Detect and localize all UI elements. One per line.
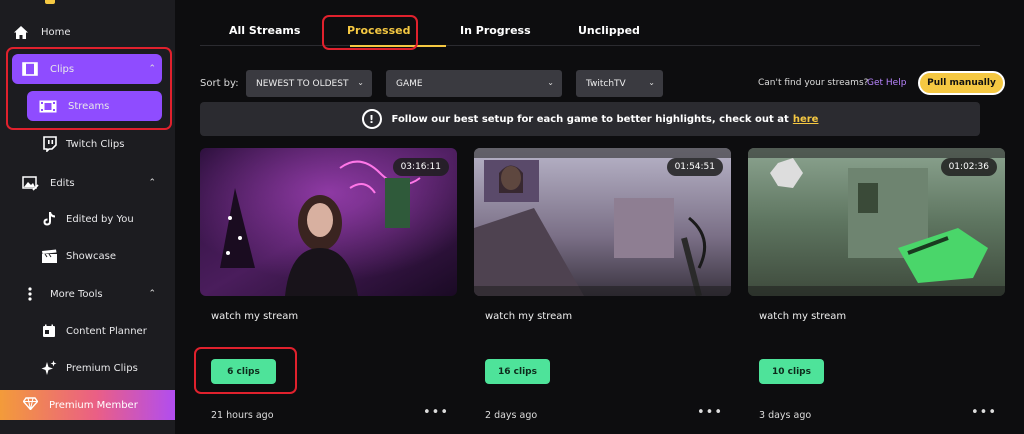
tab-in-progress[interactable]: In Progress (460, 24, 531, 37)
more-options-icon[interactable]: ••• (423, 405, 449, 420)
tiktok-icon (40, 210, 58, 228)
sort-toolbar: Sort by: NEWEST TO OLDEST ⌄ GAME ⌄ Twitc… (200, 70, 1005, 98)
clapper-icon (40, 247, 58, 265)
stream-thumbnail[interactable]: 01:02:36 (748, 148, 1005, 296)
chevron-down-icon: ⌄ (547, 78, 554, 87)
more-options-icon[interactable]: ••• (971, 405, 997, 420)
sort-order-value: NEWEST TO OLDEST (256, 78, 349, 89)
banner-here-link[interactable]: here (793, 114, 819, 125)
sidebar-item-home[interactable]: Home (12, 17, 162, 47)
sparkle-icon (40, 359, 58, 377)
stream-card[interactable]: 01:54:51 watch my stream 16 clips 2 days… (474, 148, 731, 434)
stream-title: watch my stream (485, 311, 573, 322)
stream-card[interactable]: 01:02:36 watch my stream 10 clips 3 days… (748, 148, 1005, 434)
stream-tabs: All Streams Processed In Progress Unclip… (200, 16, 980, 47)
red-highlight-annotation (322, 15, 418, 50)
platform-select[interactable]: TwitchTV ⌄ (576, 70, 663, 97)
sidebar-item-label: Edits (50, 177, 75, 189)
pull-manually-button[interactable]: Pull manually (918, 71, 1005, 95)
premium-member-button[interactable]: Premium Member (0, 390, 175, 420)
tab-unclipped[interactable]: Unclipped (578, 24, 640, 37)
sort-label: Sort by: (200, 78, 239, 89)
sidebar-item-twitch-clips[interactable]: Twitch Clips (40, 129, 162, 159)
duration-badge: 01:02:36 (940, 158, 997, 176)
red-highlight-annotation (194, 347, 297, 394)
game-value: GAME (396, 78, 423, 89)
main-content: All Streams Processed In Progress Unclip… (175, 0, 1024, 434)
stream-thumbnail[interactable]: 03:16:11 (200, 148, 457, 296)
stream-title: watch my stream (211, 311, 299, 322)
calendar-icon (40, 322, 58, 340)
sidebar-item-label: Twitch Clips (66, 138, 125, 150)
chevron-up-icon[interactable]: ⌃ (148, 289, 156, 299)
chevron-up-icon[interactable]: ⌃ (148, 178, 156, 188)
duration-badge: 03:16:11 (392, 158, 449, 176)
premium-member-label: Premium Member (49, 399, 138, 411)
sidebar: Home Clips ⌃ Streams Twitch Clips Edits … (0, 0, 175, 434)
clips-count-button[interactable]: 10 clips (759, 359, 824, 384)
sidebar-item-label: Content Planner (66, 325, 147, 337)
diamond-icon (22, 397, 39, 413)
sidebar-item-label: More Tools (50, 288, 103, 300)
logo-fragment (45, 0, 55, 4)
vertical-dots-icon (21, 285, 39, 303)
sidebar-item-content-planner[interactable]: Content Planner (40, 316, 162, 346)
time-ago: 3 days ago (759, 410, 812, 421)
chevron-down-icon: ⌄ (648, 78, 655, 87)
sidebar-item-premium-clips[interactable]: Premium Clips (40, 353, 162, 383)
time-ago: 21 hours ago (211, 410, 274, 421)
sidebar-item-edited-by-you[interactable]: Edited by You (40, 204, 162, 234)
duration-badge: 01:54:51 (666, 158, 723, 176)
sort-order-select[interactable]: NEWEST TO OLDEST ⌄ (246, 70, 372, 97)
image-edit-icon (21, 174, 39, 192)
stream-thumbnail[interactable]: 01:54:51 (474, 148, 731, 296)
sidebar-item-more-tools[interactable]: More Tools ⌃ (12, 279, 162, 309)
chevron-down-icon: ⌄ (357, 78, 364, 87)
stream-title: watch my stream (759, 311, 847, 322)
twitch-icon (40, 135, 58, 153)
red-highlight-annotation (6, 47, 172, 130)
sidebar-item-label: Showcase (66, 250, 116, 262)
sidebar-item-edits[interactable]: Edits ⌃ (12, 168, 162, 198)
platform-value: TwitchTV (586, 78, 626, 89)
home-icon (12, 23, 30, 41)
sidebar-item-label: Home (41, 26, 71, 38)
app-window: Home Clips ⌃ Streams Twitch Clips Edits … (0, 0, 1024, 434)
get-help-link[interactable]: Get Help (867, 78, 906, 88)
help-text: Can't find your streams? (758, 78, 869, 88)
sidebar-item-showcase[interactable]: Showcase (40, 241, 162, 271)
more-options-icon[interactable]: ••• (697, 405, 723, 420)
sidebar-item-label: Edited by You (66, 213, 134, 225)
sidebar-item-label: Premium Clips (66, 362, 138, 374)
exclamation-icon: ! (361, 109, 382, 129)
setup-banner: ! Follow our best setup for each game to… (200, 102, 980, 136)
time-ago: 2 days ago (485, 410, 538, 421)
banner-text: Follow our best setup for each game to b… (391, 113, 789, 125)
game-select[interactable]: GAME ⌄ (386, 70, 562, 97)
clips-count-button[interactable]: 16 clips (485, 359, 550, 384)
tab-all-streams[interactable]: All Streams (229, 24, 300, 37)
